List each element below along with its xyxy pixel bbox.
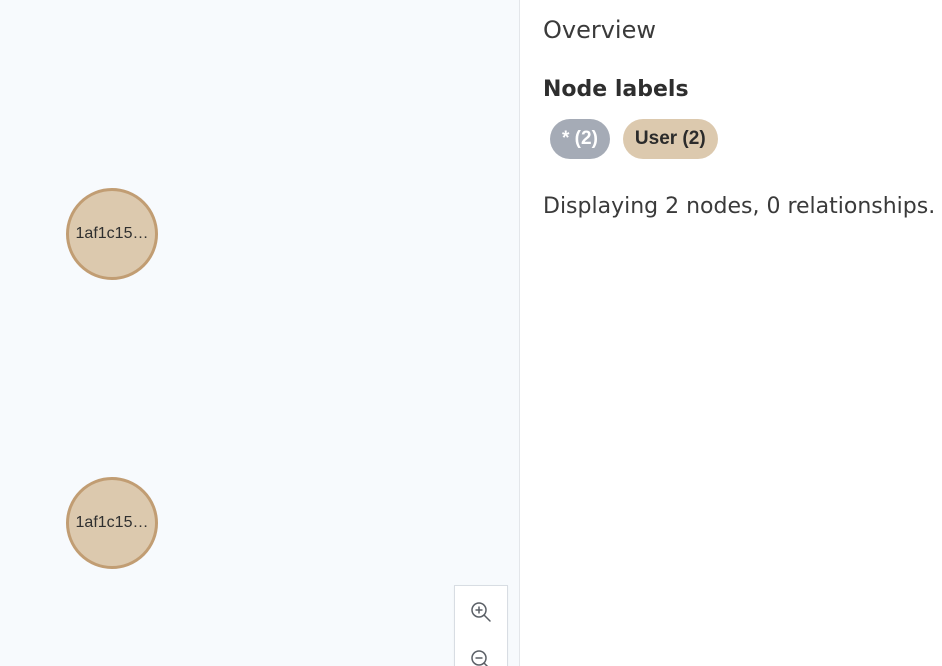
result-summary: Displaying 2 nodes, 0 relationships. <box>543 194 936 219</box>
node-caption: 1af1c15… <box>75 514 149 531</box>
zoom-controls <box>454 585 508 666</box>
graph-node[interactable]: 1af1c15… <box>66 477 158 569</box>
label-pill-all[interactable]: * (2) <box>550 119 610 159</box>
graph-node[interactable]: 1af1c15… <box>66 188 158 280</box>
graph-canvas[interactable]: 1af1c15… 1af1c15… <box>0 0 520 666</box>
overview-panel: Overview Node labels * (2) User (2) Disp… <box>520 0 942 666</box>
zoom-out-button[interactable] <box>455 638 507 666</box>
label-pill-user[interactable]: User (2) <box>622 119 718 159</box>
node-labels-heading: Node labels <box>543 77 689 102</box>
panel-title: Overview <box>543 16 656 44</box>
node-labels-list: * (2) User (2) <box>550 119 718 159</box>
zoom-in-button[interactable] <box>455 590 507 634</box>
zoom-out-icon <box>471 650 489 666</box>
node-caption: 1af1c15… <box>75 225 149 242</box>
zoom-in-icon <box>471 602 491 622</box>
graph-result-view: 1af1c15… 1af1c15… Overview Node labels *… <box>0 0 942 666</box>
